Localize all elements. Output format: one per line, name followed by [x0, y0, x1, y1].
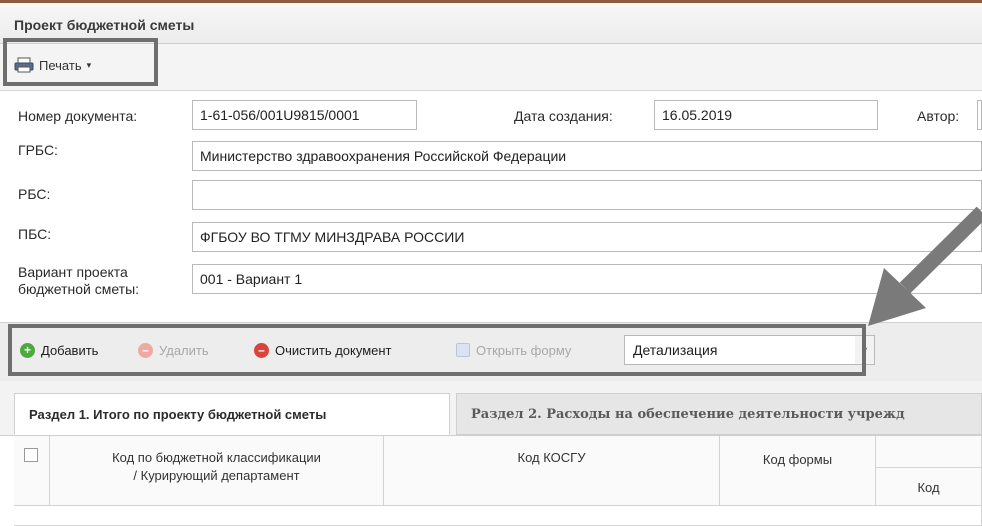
delete-button-label: Удалить [159, 342, 209, 358]
print-button-label: Печать [39, 57, 82, 73]
grbs-field[interactable]: Министерство здравоохранения Российской … [192, 141, 982, 171]
variant-label-line2: бюджетной сметы: [18, 281, 140, 297]
minus-icon: – [254, 342, 269, 358]
column-header-budget-code[interactable]: Код по бюджетной классификации / Курирую… [50, 436, 384, 506]
print-toolbar: Печать ▾ [0, 44, 982, 91]
pbs-label: ПБС: [18, 226, 52, 242]
window-title: Проект бюджетной сметы [14, 17, 195, 33]
add-button-label: Добавить [41, 342, 99, 358]
window-titlebar: Проект бюджетной сметы [0, 3, 982, 44]
column-header-group [876, 436, 982, 468]
tab-section-1[interactable]: Раздел 1. Итого по проекту бюджетной сме… [14, 393, 450, 435]
doc-number-field[interactable]: 1-61-056/001U9815/0001 [192, 100, 417, 130]
column-header-budget-code-line2: / Курирующий департамент [133, 468, 300, 483]
plus-icon: + [20, 342, 35, 358]
printer-icon [14, 57, 34, 73]
doc-number-label: Номер документа: [18, 108, 138, 124]
rbs-field[interactable] [192, 180, 982, 210]
grbs-label: ГРБС: [18, 142, 58, 158]
chevron-down-icon[interactable]: ▼ [855, 335, 875, 365]
rbs-label: РБС: [18, 186, 51, 202]
clear-document-label: Очистить документ [275, 342, 392, 358]
detail-select[interactable]: Детализация [624, 335, 856, 365]
data-grid: Код по бюджетной классификации / Курирую… [14, 436, 982, 526]
delete-button[interactable]: – Удалить [138, 339, 209, 361]
open-form-button[interactable]: Открыть форму [456, 339, 571, 361]
column-header-kosgu[interactable]: Код КОСГУ [384, 436, 720, 506]
minus-icon: – [138, 342, 153, 358]
date-label: Дата создания: [514, 108, 613, 124]
column-header-code[interactable]: Код [876, 468, 982, 506]
author-label: Автор: [917, 108, 960, 124]
select-all-checkbox[interactable] [24, 448, 38, 462]
column-header-budget-code-line1: Код по бюджетной классификации [112, 450, 321, 465]
chevron-down-icon: ▾ [86, 59, 92, 70]
tab-section-2[interactable]: Раздел 2. Расходы на обеспечение деятель… [456, 393, 982, 435]
table-row[interactable] [14, 506, 982, 526]
date-field[interactable]: 16.05.2019 [654, 100, 878, 130]
select-all-cell [14, 436, 50, 506]
pbs-field[interactable]: ФГБОУ ВО ТГМУ МИНЗДРАВА РОССИИ [192, 222, 982, 252]
column-header-form-code[interactable]: Код формы [720, 436, 876, 506]
form-icon [456, 343, 470, 357]
print-button[interactable]: Печать ▾ [14, 52, 91, 78]
open-form-label: Открыть форму [476, 342, 572, 358]
tabs-bar: Раздел 1. Итого по проекту бюджетной сме… [0, 381, 982, 436]
clear-document-button[interactable]: – Очистить документ [254, 339, 392, 361]
author-field[interactable] [977, 100, 982, 130]
variant-label-line1: Вариант проекта [18, 264, 128, 280]
add-button[interactable]: + Добавить [20, 339, 98, 361]
variant-field[interactable]: 001 - Вариант 1 [192, 264, 982, 294]
